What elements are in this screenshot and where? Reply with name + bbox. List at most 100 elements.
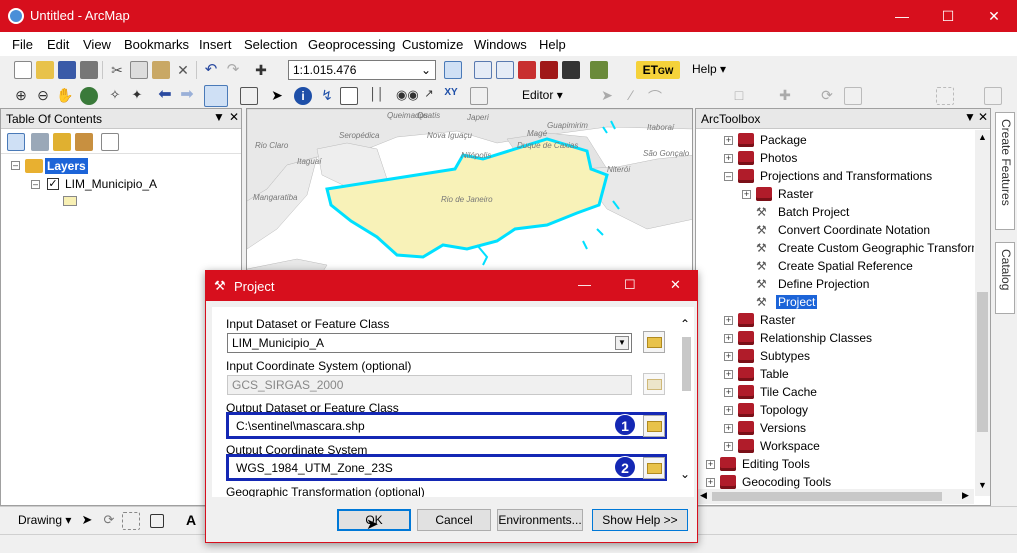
- identify-icon[interactable]: i: [294, 87, 312, 105]
- dialog-scrollbar[interactable]: ⌃ ⌄: [678, 307, 694, 497]
- expand-icon[interactable]: +: [724, 316, 733, 325]
- cut-icon[interactable]: ✂: [108, 61, 126, 79]
- menu-insert[interactable]: Insert: [199, 37, 232, 52]
- end-point-arc-icon[interactable]: ⌒: [646, 87, 664, 105]
- zoom-in-icon[interactable]: ⊕: [12, 87, 30, 105]
- table-of-contents-icon[interactable]: [474, 61, 492, 79]
- html-popup-icon[interactable]: [340, 87, 358, 105]
- list-by-visibility-icon[interactable]: [53, 133, 71, 151]
- menu-geoprocessing[interactable]: Geoprocessing: [308, 37, 395, 52]
- minimize-button[interactable]: —: [879, 0, 925, 32]
- clear-selection-icon[interactable]: [240, 87, 258, 105]
- print-icon[interactable]: [80, 61, 98, 79]
- pin-icon[interactable]: ▼: [964, 110, 976, 124]
- pan-icon[interactable]: ✋: [56, 87, 74, 105]
- select-elements-icon[interactable]: ➤: [78, 512, 96, 530]
- dropdown-arrow-icon[interactable]: ▼: [615, 336, 629, 350]
- dialog-maximize-button[interactable]: ☐: [624, 277, 636, 293]
- editor-menu[interactable]: Editor ▾: [522, 88, 563, 102]
- expand-icon[interactable]: +: [724, 442, 733, 451]
- close-button[interactable]: ✕: [971, 0, 1017, 32]
- list-by-selection-icon[interactable]: [75, 133, 93, 151]
- cancel-button[interactable]: Cancel: [417, 509, 491, 531]
- vertical-scrollbar[interactable]: ▲ ▼: [975, 130, 990, 496]
- scrollbar-thumb[interactable]: [682, 337, 691, 391]
- menu-view[interactable]: View: [83, 37, 111, 52]
- drawing-menu[interactable]: Drawing ▾: [18, 513, 71, 527]
- expand-icon[interactable]: +: [706, 478, 715, 487]
- rotate-icon[interactable]: ⟳: [100, 512, 118, 530]
- fixed-zoom-out-icon[interactable]: ✦: [128, 87, 146, 105]
- open-folder-icon[interactable]: [36, 61, 54, 79]
- rotate-tool-icon[interactable]: ⟳: [818, 87, 836, 105]
- back-extent-icon[interactable]: ⬅: [156, 87, 174, 105]
- editor-toolbar-icon[interactable]: [444, 61, 462, 79]
- sketch-properties-icon[interactable]: [936, 87, 954, 105]
- list-by-source-icon[interactable]: [31, 133, 49, 151]
- arctoolbox-icon[interactable]: [518, 61, 536, 79]
- map-scale-combo[interactable]: 1:1.015.476 ⌄: [288, 60, 436, 80]
- expand-icon[interactable]: +: [724, 334, 733, 343]
- expand-icon[interactable]: +: [706, 460, 715, 469]
- scroll-right-icon[interactable]: ▶: [962, 490, 969, 501]
- split-tool-icon[interactable]: ✚: [776, 87, 794, 105]
- scroll-left-icon[interactable]: ◀: [700, 490, 707, 501]
- dialog-minimize-button[interactable]: —: [578, 277, 591, 292]
- collapse-layer-icon[interactable]: –: [31, 180, 40, 189]
- model-builder-icon[interactable]: [590, 61, 608, 79]
- layer-symbol-swatch[interactable]: [63, 196, 77, 206]
- help-dropdown[interactable]: Help ▾: [692, 62, 726, 76]
- save-icon[interactable]: [58, 61, 76, 79]
- maximize-button[interactable]: ☐: [925, 0, 971, 32]
- list-by-drawing-order-icon[interactable]: [7, 133, 25, 151]
- scroll-down-icon[interactable]: ⌄: [680, 467, 690, 481]
- pin-icon[interactable]: ▼: [213, 110, 225, 124]
- browse-folder-button[interactable]: [643, 415, 665, 437]
- etgw-icon[interactable]: ETGW: [636, 61, 680, 79]
- straight-segment-icon[interactable]: ∕: [622, 87, 640, 105]
- browse-folder-button[interactable]: [643, 331, 665, 353]
- paste-icon[interactable]: [152, 61, 170, 79]
- menu-file[interactable]: File: [12, 37, 33, 52]
- new-document-icon[interactable]: [14, 61, 32, 79]
- spatial-reference-button[interactable]: [643, 457, 665, 479]
- time-slider-icon[interactable]: [470, 87, 488, 105]
- scroll-down-icon[interactable]: ▼: [978, 480, 987, 490]
- python-window-icon[interactable]: [540, 61, 558, 79]
- go-to-xy-icon[interactable]: XY: [442, 87, 460, 105]
- hyperlink-icon[interactable]: ↯: [318, 87, 336, 105]
- rectangle-icon[interactable]: [150, 514, 164, 528]
- toc-close-icon[interactable]: ✕: [229, 110, 239, 124]
- attributes-icon[interactable]: [844, 87, 862, 105]
- layer-visibility-checkbox[interactable]: ✓: [47, 178, 59, 190]
- edit-vertices-icon[interactable]: □: [730, 87, 748, 105]
- tab-catalog[interactable]: Catalog: [995, 242, 1015, 314]
- full-extent-icon[interactable]: [80, 87, 98, 105]
- undo-icon[interactable]: ↶: [202, 61, 220, 79]
- create-features-icon[interactable]: [984, 87, 1002, 105]
- menu-edit[interactable]: Edit: [47, 37, 69, 52]
- scrollbar-thumb[interactable]: [977, 292, 988, 432]
- select-elements-icon[interactable]: ➤: [268, 87, 286, 105]
- menu-windows[interactable]: Windows: [474, 37, 527, 52]
- zoom-out-icon[interactable]: ⊖: [34, 87, 52, 105]
- menu-help[interactable]: Help: [539, 37, 566, 52]
- menu-bookmarks[interactable]: Bookmarks: [124, 37, 189, 52]
- expand-icon[interactable]: +: [724, 154, 733, 163]
- add-data-icon[interactable]: ✚: [252, 61, 270, 79]
- menu-selection[interactable]: Selection: [244, 37, 297, 52]
- copy-icon[interactable]: [130, 61, 148, 79]
- catalog-window-icon[interactable]: [496, 61, 514, 79]
- fixed-zoom-in-icon[interactable]: ✧: [106, 87, 124, 105]
- expand-icon[interactable]: +: [724, 424, 733, 433]
- menu-customize[interactable]: Customize: [402, 37, 463, 52]
- expand-icon[interactable]: +: [724, 370, 733, 379]
- command-line-icon[interactable]: [562, 61, 580, 79]
- layer-name[interactable]: LIM_Municipio_A: [65, 177, 157, 191]
- scroll-up-icon[interactable]: ⌃: [680, 317, 690, 331]
- select-features-icon[interactable]: [204, 85, 228, 107]
- environments-button[interactable]: Environments...: [497, 509, 583, 531]
- expand-icon[interactable]: +: [742, 190, 751, 199]
- arctoolbox-close-icon[interactable]: ✕: [978, 110, 988, 124]
- expand-icon[interactable]: +: [724, 406, 733, 415]
